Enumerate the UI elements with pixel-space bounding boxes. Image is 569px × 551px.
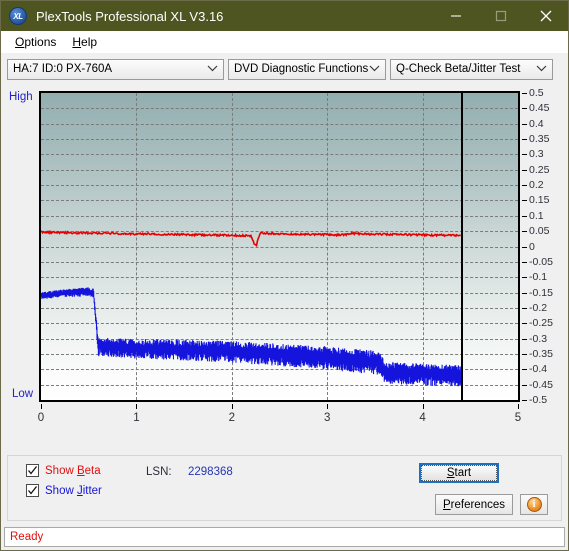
y-axis-tick <box>522 215 527 217</box>
show-beta-row[interactable]: Show Beta <box>26 464 101 477</box>
y-axis-tick <box>522 277 527 279</box>
close-icon[interactable] <box>523 1 568 31</box>
info-button[interactable]: i <box>520 494 548 515</box>
y-axis-tick <box>522 108 527 110</box>
y-axis-tick <box>522 353 527 355</box>
start-button-label: Start <box>446 467 472 479</box>
x-axis-tick <box>136 404 138 409</box>
axis-label-low: Low <box>12 388 34 400</box>
xl-logo-icon: XL <box>9 7 27 25</box>
menu-bar: Options Help <box>1 31 568 53</box>
beta-series <box>41 229 462 248</box>
chevron-down-icon <box>369 63 380 75</box>
drive-select-value: HA:7 ID:0 PX-760A <box>13 63 113 75</box>
title-bar: XL PlexTools Professional XL V3.16 <box>1 1 568 31</box>
maximize-icon[interactable] <box>478 1 523 31</box>
x-axis-tick-label: 3 <box>323 412 331 424</box>
y-axis-tick <box>522 123 527 125</box>
menu-item-help[interactable]: Help <box>64 33 105 51</box>
x-axis-tick <box>518 404 519 409</box>
x-axis-tick-label: 4 <box>419 412 426 424</box>
lsn-value: 2298368 <box>188 466 233 478</box>
checkmark-icon <box>28 466 38 475</box>
checkmark-icon <box>28 486 38 495</box>
chevron-down-icon <box>536 63 547 75</box>
x-axis-tick-label: 1 <box>133 412 140 424</box>
start-button[interactable]: Start <box>419 463 499 483</box>
window-controls <box>433 1 568 31</box>
minimize-icon[interactable] <box>433 1 478 31</box>
x-axis: 0 1 2 3 4 5 <box>37 404 522 430</box>
show-jitter-checkbox[interactable] <box>26 484 39 497</box>
function-select[interactable]: DVD Diagnostic Functions <box>228 58 386 80</box>
y-axis-tick <box>522 369 527 371</box>
plot-area[interactable] <box>39 91 520 402</box>
preferences-button-label: Preferences <box>442 498 505 511</box>
menu-item-options-label: ptions <box>24 34 57 49</box>
show-beta-label: Show Beta <box>45 464 101 477</box>
status-bar: Ready <box>4 527 565 547</box>
y-axis-tick <box>522 246 527 248</box>
lsn-label: LSN: <box>146 466 172 478</box>
y-axis-tick <box>522 261 527 263</box>
preferences-button[interactable]: Preferences <box>435 494 513 515</box>
jitter-series <box>41 287 462 387</box>
chart-curves <box>41 229 462 387</box>
x-axis-tick-label: 2 <box>228 412 235 424</box>
y-axis-tick <box>522 169 527 171</box>
info-icon: i <box>526 497 542 512</box>
y-axis-tick <box>522 231 527 233</box>
x-axis-tick <box>231 404 233 409</box>
show-jitter-row[interactable]: Show Jitter <box>26 484 102 497</box>
y-axis-tick <box>522 292 527 294</box>
test-select-value: Q-Check Beta/Jitter Test <box>396 63 521 75</box>
y-axis: 0.5 0.45 0.4 0.35 0.3 0.25 0.2 0.15 0.1 0.05 0 -0.0… <box>522 87 569 406</box>
y-axis-tick <box>522 338 527 340</box>
chevron-down-icon <box>207 63 218 75</box>
x-axis-tick-label: 5 <box>514 412 522 424</box>
toolbar: HA:7 ID:0 PX-760A DVD Diagnostic Functio… <box>1 53 568 85</box>
y-axis-tick <box>522 154 527 156</box>
x-axis-tick-label: 0 <box>37 412 45 424</box>
show-jitter-label: Show Jitter <box>45 484 102 497</box>
axis-label-high: High <box>9 91 33 103</box>
y-axis-tick <box>522 185 527 187</box>
y-axis-tick <box>522 307 527 309</box>
controls-group: Show Beta Show Jitter LSN: 2298368 Start… <box>7 455 562 521</box>
chart-panel: High Low 0.5 0.45 0.4 0.35 0.3 0.25 0.2 0.15 0.1… <box>7 85 562 440</box>
x-axis-tick <box>327 404 329 409</box>
x-axis-tick <box>41 404 42 409</box>
y-axis-tick <box>522 400 527 401</box>
y-axis-tick <box>522 139 527 141</box>
y-axis-tick <box>522 384 527 386</box>
status-text: Ready <box>10 531 44 543</box>
x-axis-tick <box>422 404 424 409</box>
show-beta-checkbox[interactable] <box>26 464 39 477</box>
menu-item-help-label: elp <box>81 34 98 49</box>
drive-select[interactable]: HA:7 ID:0 PX-760A <box>7 58 224 80</box>
function-select-value: DVD Diagnostic Functions <box>234 63 369 75</box>
y-axis-tick <box>522 93 527 94</box>
y-axis-tick <box>522 200 527 202</box>
menu-item-options[interactable]: Options <box>7 33 64 51</box>
window-title: PlexTools Professional XL V3.16 <box>36 8 224 24</box>
test-select[interactable]: Q-Check Beta/Jitter Test <box>390 58 553 80</box>
y-axis-tick <box>522 323 527 325</box>
